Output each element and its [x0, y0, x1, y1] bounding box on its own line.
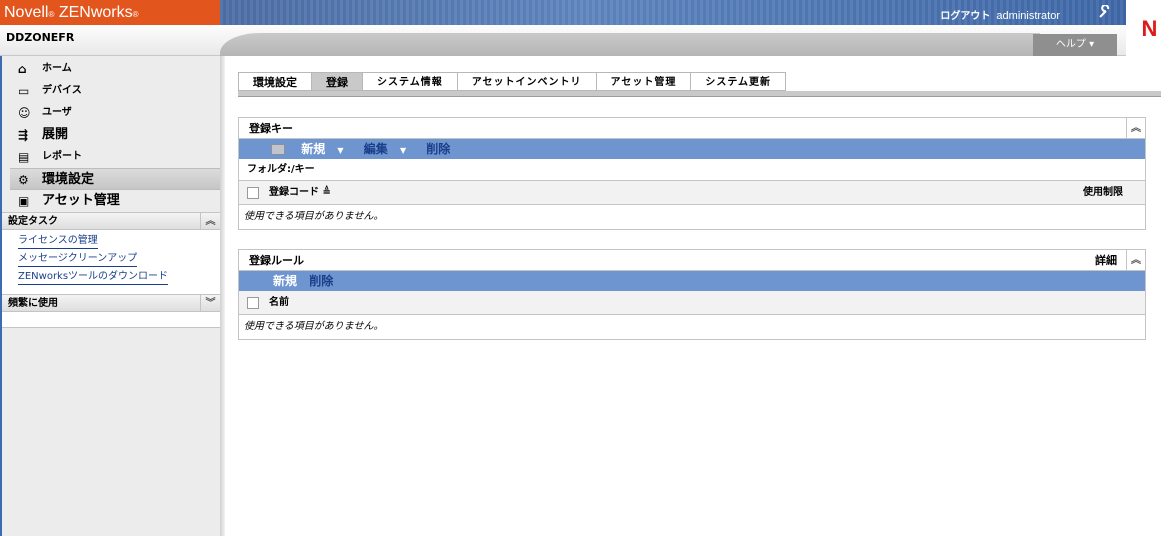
logout-area: ログアウト administrator: [940, 7, 1060, 22]
column-registration-code[interactable]: 登録コード ≜: [269, 187, 331, 198]
registration-rules-column-header: 名前: [239, 291, 1145, 315]
tab-configuration[interactable]: 環境設定: [238, 72, 312, 91]
details-link[interactable]: 詳細: [1095, 250, 1117, 271]
sidebar-item-label: デバイス: [42, 85, 82, 96]
wrench-icon[interactable]: [1098, 4, 1112, 19]
report-icon: ▤: [18, 150, 30, 164]
sidebar-item-users[interactable]: ☺ ユーザ: [2, 102, 220, 124]
collapse-up-icon[interactable]: ︽: [1126, 118, 1145, 138]
registration-keys-panel: 登録キー ︽ 新規 ▼ 編集 ▼ 削除 フォルダ:/キー 登録コード ≜ 使用制…: [238, 117, 1146, 230]
frequent-panel-body: [2, 312, 220, 328]
empty-message: 使用できる項目がありません。: [244, 321, 384, 332]
tab-asset-management[interactable]: アセット管理: [596, 72, 692, 91]
chevron-down-icon: ▼: [399, 146, 407, 155]
help-button[interactable]: ヘルプ ▾: [1033, 34, 1117, 56]
registration-keys-header: 登録キー ︽: [239, 118, 1145, 139]
sidebar-item-reports[interactable]: ▤ レポート: [2, 146, 220, 168]
sidebar: ⌂ ホーム ▭ デバイス ☺ ユーザ ⇶ 展開 ▤ レポート ⚙ 環境設定 ▣ …: [0, 56, 220, 536]
zone-bar-curve: [220, 33, 1040, 56]
new-button[interactable]: 新規 ▼: [301, 142, 351, 156]
tasks-panel-header[interactable]: 設定タスク ︽: [2, 212, 220, 230]
brand-logo: Novell® ZENworks®: [0, 0, 220, 25]
asset-icon: ▣: [18, 194, 30, 208]
tab-underline: [238, 91, 1161, 97]
edit-button[interactable]: 編集 ▼: [364, 142, 414, 156]
new-button[interactable]: 新規: [273, 274, 297, 288]
sidebar-item-label: ホーム: [42, 63, 72, 74]
registration-keys-column-header: 登録コード ≜ 使用制限: [239, 181, 1145, 205]
deploy-icon: ⇶: [18, 128, 29, 142]
tab-system-info[interactable]: システム情報: [363, 72, 458, 91]
frequent-panel-title: 頻繁に使用: [8, 298, 58, 309]
sidebar-nav: ⌂ ホーム ▭ デバイス ☺ ユーザ ⇶ 展開 ▤ レポート ⚙ 環境設定 ▣ …: [2, 56, 220, 212]
product-reg-mark: ®: [132, 10, 139, 19]
home-icon: ⌂: [18, 62, 27, 76]
registration-rules-panel: 登録ルール 詳細 ︽ 新規 削除 名前 使用できる項目がありません。: [238, 249, 1146, 340]
folder-up-icon[interactable]: [271, 144, 285, 155]
sidebar-item-deploy[interactable]: ⇶ 展開: [2, 124, 220, 146]
chevron-down-icon: ▼: [337, 146, 344, 155]
tasks-panel-title: 設定タスク: [8, 216, 58, 227]
sidebar-item-configuration[interactable]: ⚙ 環境設定: [10, 168, 220, 190]
column-label: 登録コード: [269, 187, 319, 198]
sidebar-item-label: 展開: [42, 127, 69, 142]
brand-name: Novell: [4, 4, 49, 21]
column-name[interactable]: 名前: [269, 297, 289, 308]
tab-bar: 環境設定 登録 システム情報 アセットインベントリ アセット管理 システム更新: [238, 72, 787, 92]
novell-n-logo: N: [1126, 0, 1173, 56]
frequent-panel-header[interactable]: 頻繁に使用 ︾: [2, 294, 220, 312]
registration-keys-title: 登録キー: [249, 122, 293, 135]
new-button-label: 新規: [301, 142, 326, 156]
delete-button[interactable]: 削除: [309, 274, 333, 288]
sidebar-item-home[interactable]: ⌂ ホーム: [2, 58, 220, 80]
folder-path: フォルダ:/キー: [239, 159, 1145, 181]
zone-name: DDZONEFR: [6, 31, 75, 44]
task-link-tools-download[interactable]: ZENworksツールのダウンロード: [18, 270, 169, 285]
sidebar-divider: [220, 56, 225, 536]
sidebar-item-label: レポート: [42, 151, 82, 162]
product-name: ZENworks: [54, 4, 133, 21]
logout-link[interactable]: ログアウト: [940, 11, 990, 22]
collapse-up-icon[interactable]: ︽: [200, 213, 220, 230]
sort-ascending-icon: ≜: [322, 187, 331, 198]
expand-down-icon[interactable]: ︾: [200, 295, 220, 312]
tab-registration[interactable]: 登録: [312, 72, 363, 91]
device-icon: ▭: [18, 84, 30, 98]
registration-keys-toolbar: 新規 ▼ 編集 ▼ 削除: [239, 139, 1145, 159]
tab-asset-inventory[interactable]: アセットインベントリ: [457, 72, 597, 91]
collapse-up-icon[interactable]: ︽: [1126, 250, 1145, 270]
column-usage-limit[interactable]: 使用制限: [1083, 181, 1123, 205]
sidebar-item-label: ユーザ: [42, 107, 72, 118]
task-link-message-cleanup[interactable]: メッセージクリーンアップ: [18, 252, 138, 267]
registration-rules-header: 登録ルール 詳細 ︽: [239, 250, 1145, 271]
logged-in-user: administrator: [996, 10, 1060, 22]
tab-system-update[interactable]: システム更新: [691, 72, 787, 91]
top-banner: ログアウト administrator: [220, 0, 1126, 25]
select-all-checkbox[interactable]: [247, 187, 259, 199]
sidebar-item-label: 環境設定: [42, 172, 95, 187]
user-icon: ☺: [18, 106, 31, 120]
sidebar-item-asset-management[interactable]: ▣ アセット管理: [2, 190, 220, 212]
empty-message: 使用できる項目がありません。: [244, 211, 384, 222]
sidebar-item-devices[interactable]: ▭ デバイス: [2, 80, 220, 102]
select-all-checkbox[interactable]: [247, 297, 259, 309]
delete-button[interactable]: 削除: [426, 142, 450, 156]
task-link-license[interactable]: ライセンスの管理: [18, 234, 98, 249]
zone-bar: DDZONEFR ヘルプ ▾: [0, 25, 1126, 56]
sidebar-item-label: アセット管理: [42, 193, 120, 208]
registration-rules-toolbar: 新規 削除: [239, 271, 1145, 291]
registration-rules-title: 登録ルール: [249, 254, 304, 267]
gear-icon: ⚙: [18, 173, 29, 187]
tasks-list: ライセンスの管理 メッセージクリーンアップ ZENworksツールのダウンロード: [2, 230, 220, 294]
edit-button-label: 編集: [363, 142, 388, 156]
